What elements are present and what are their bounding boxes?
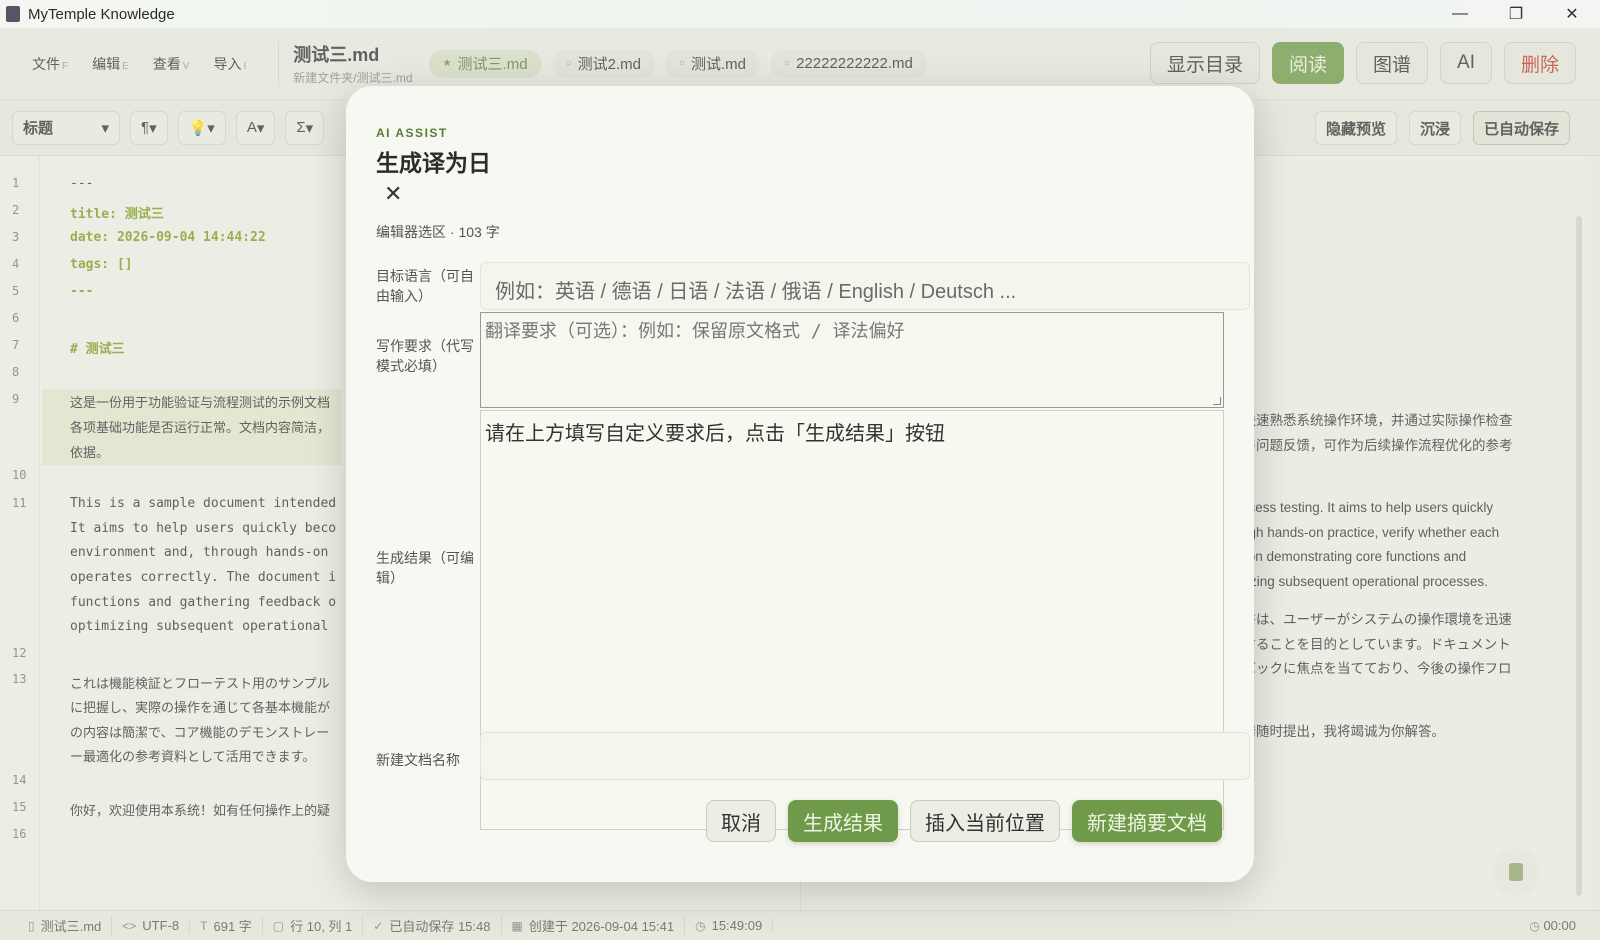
result-text: 请在上方填写自定义要求后，点击「生成结果」按钮 [485, 423, 945, 445]
ai-assist-dialog: AI ASSIST 生成译为日 ✕ 编辑器选区 · 103 字 目标语言（可自由… [346, 86, 1254, 882]
title-bar: MyTemple Knowledge — ❐ ✕ [0, 0, 1600, 28]
generate-button[interactable]: 生成结果 [788, 800, 898, 842]
requirements-label: 写作要求（代写模式必填） [376, 338, 474, 374]
app-logo-icon [6, 6, 20, 22]
result-label: 生成结果（可编辑） [376, 550, 474, 586]
minimize-icon[interactable]: — [1432, 0, 1488, 28]
target-language-label: 目标语言（可自由输入） [376, 268, 474, 304]
new-doc-name-label: 新建文档名称 [376, 752, 460, 768]
requirements-textarea[interactable]: 翻译要求（可选）：例如：保留原文格式 / 译法偏好 [480, 312, 1224, 408]
new-doc-name-input[interactable] [480, 732, 1250, 780]
restore-icon[interactable]: ❐ [1488, 0, 1544, 28]
app-title: MyTemple Knowledge [28, 5, 175, 23]
new-summary-doc-button[interactable]: 新建摘要文档 [1072, 800, 1222, 842]
close-icon[interactable]: ✕ [384, 181, 402, 207]
selection-info: 编辑器选区 · 103 字 [376, 224, 500, 240]
target-language-input[interactable]: 例如：英语 / 德语 / 日语 / 法语 / 俄语 / English / De… [480, 262, 1250, 310]
window-controls: — ❐ ✕ [1432, 0, 1600, 28]
cancel-button[interactable]: 取消 [706, 800, 776, 842]
resize-handle[interactable] [1213, 397, 1221, 405]
requirements-placeholder: 翻译要求（可选）：例如：保留原文格式 / 译法偏好 [485, 321, 905, 342]
dialog-actions: 取消 生成结果 插入当前位置 新建摘要文档 [706, 800, 1222, 842]
close-window-icon[interactable]: ✕ [1544, 0, 1600, 28]
insert-button[interactable]: 插入当前位置 [910, 800, 1060, 842]
dialog-title: 生成译为日 [376, 150, 491, 176]
dialog-kicker: AI ASSIST [376, 126, 448, 140]
